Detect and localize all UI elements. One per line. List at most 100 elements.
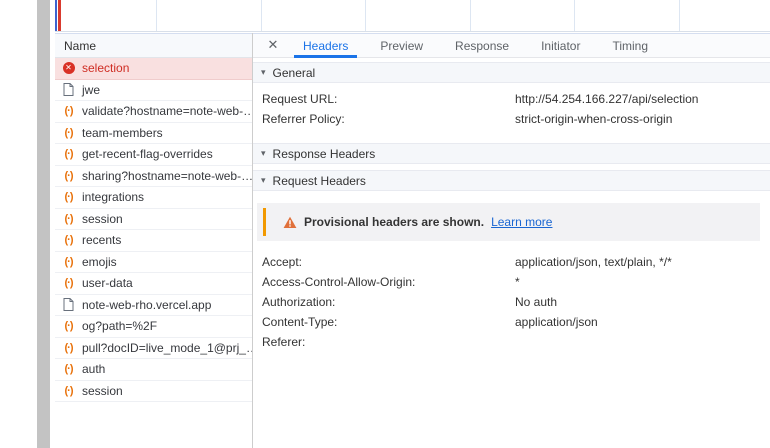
request-name-label: get-recent-flag-overrides [82, 147, 213, 162]
fetch-xhr-icon: (·) [62, 148, 75, 160]
collapse-triangle-icon: ▾ [261, 67, 266, 78]
tab-timing[interactable]: Timing [603, 34, 657, 57]
request-name-label: og?path=%2F [82, 319, 158, 334]
request-row[interactable]: (·) session [55, 209, 252, 230]
fetch-glyph: (·) [64, 126, 74, 139]
overview-gridline [261, 0, 262, 31]
fetch-glyph: (·) [64, 148, 74, 161]
fetch-xhr-icon: (·) [62, 191, 75, 203]
request-row[interactable]: (·) session [55, 381, 252, 402]
section-header-general[interactable]: ▾ General [253, 62, 770, 83]
request-row[interactable]: jwe [55, 80, 252, 101]
fetch-xhr-icon: (·) [62, 105, 75, 117]
request-row[interactable]: (·) team-members [55, 123, 252, 144]
header-value: application/json [515, 315, 598, 329]
overview-gridline [679, 0, 680, 31]
request-name-label: selection [82, 61, 130, 76]
section-header-request-headers[interactable]: ▾ Request Headers [253, 170, 770, 191]
fetch-glyph: (·) [64, 384, 74, 397]
header-key: Authorization: [262, 295, 336, 309]
fetch-xhr-icon: (·) [62, 320, 75, 332]
fetch-glyph: (·) [64, 169, 74, 182]
header-row[interactable]: Referrer Policy: strict-origin-when-cross… [253, 109, 770, 129]
warning-triangle-icon [283, 216, 297, 229]
fetch-glyph: (·) [64, 255, 74, 268]
learn-more-link[interactable]: Learn more [491, 215, 552, 229]
warning-text: Provisional headers are shown. [304, 215, 485, 229]
request-name-label: integrations [82, 190, 145, 205]
header-row[interactable]: Authorization: No auth [253, 292, 770, 312]
warning-accent-bar [263, 208, 266, 236]
request-name-label: session [82, 383, 123, 398]
load-event-marker [58, 0, 61, 31]
fetch-glyph: (·) [64, 234, 74, 247]
header-row[interactable]: Referer: [253, 332, 770, 352]
section-response-headers: ▾ Response Headers [253, 143, 770, 164]
headers-detail: ▾ General Request URL: http://54.254.166.22… [253, 58, 770, 448]
request-row[interactable]: (·) pull?docID=live_mode_1@prj_… [55, 338, 252, 359]
fetch-glyph: (·) [64, 191, 74, 204]
error-x-glyph: ✕ [62, 62, 75, 75]
request-name-label: recents [82, 233, 122, 248]
header-key: Referrer Policy: [262, 112, 345, 126]
request-row[interactable]: (·) integrations [55, 187, 252, 209]
section-header-response-headers[interactable]: ▾ Response Headers [253, 143, 770, 164]
tab-initiator[interactable]: Initiator [532, 34, 589, 57]
collapse-triangle-icon: ▾ [261, 175, 266, 186]
request-row[interactable]: (·) user-data [55, 273, 252, 295]
devtools-network-panel: Name ✕ selection jwe (·) validate?hostname=n… [55, 0, 770, 448]
tab-headers[interactable]: Headers [294, 34, 358, 58]
section-title: Request Headers [272, 173, 366, 188]
header-key: Content-Type: [262, 315, 338, 329]
header-key: Accept: [262, 255, 303, 269]
section-request-headers: ▾ Request Headers Provisional headers are … [253, 170, 770, 360]
fetch-xhr-icon: (·) [62, 363, 75, 375]
fetch-xhr-icon: (·) [62, 127, 75, 139]
request-row[interactable]: (·) validate?hostname=note-web-… [55, 101, 252, 123]
section-title: Response Headers [272, 146, 376, 161]
request-row[interactable]: (·) og?path=%2F [55, 316, 252, 338]
request-details-panel: ✕ Headers Preview Response Initiator Timing … [253, 33, 770, 448]
header-value: http://54.254.166.227/api/selection [515, 92, 699, 106]
request-name-label: session [82, 211, 123, 226]
header-key: Access-Control-Allow-Origin: [262, 275, 416, 289]
close-icon[interactable]: ✕ [259, 34, 287, 57]
header-key: Referer: [262, 335, 306, 349]
dom-content-loaded-marker [55, 0, 57, 31]
fetch-glyph: (·) [64, 341, 74, 354]
fetch-xhr-icon: (·) [62, 342, 75, 354]
request-row[interactable]: (·) get-recent-flag-overrides [55, 144, 252, 166]
details-tab-bar: ✕ Headers Preview Response Initiator Timing [253, 33, 770, 58]
fetch-xhr-icon: (·) [62, 385, 75, 397]
warning-content: Provisional headers are shown. Learn more [283, 215, 552, 229]
header-row[interactable]: Accept: application/json, text/plain, */* [253, 252, 770, 272]
fetch-glyph: (·) [64, 277, 74, 290]
document-icon [62, 298, 75, 312]
network-main-split: Name ✕ selection jwe (·) validate?hostname=n… [55, 33, 770, 448]
network-overview-strip[interactable] [55, 0, 770, 32]
column-header-name-label: Name [64, 38, 97, 53]
request-row[interactable]: note-web-rho.vercel.app [55, 295, 252, 316]
column-header-name[interactable]: Name [55, 33, 252, 58]
fetch-xhr-icon: (·) [62, 277, 75, 289]
document-icon [62, 83, 75, 97]
browser-page-scrollbar[interactable] [37, 0, 50, 448]
fetch-xhr-icon: (·) [62, 256, 75, 268]
header-row[interactable]: Content-Type: application/json [253, 312, 770, 332]
request-list: ✕ selection jwe (·) validate?hostname=note-w… [55, 58, 252, 448]
fetch-glyph: (·) [64, 105, 74, 118]
fetch-xhr-icon: (·) [62, 213, 75, 225]
request-row[interactable]: (·) emojis [55, 252, 252, 273]
request-name-label: sharing?hostname=note-web-… [82, 168, 252, 183]
request-name-label: user-data [82, 276, 133, 291]
request-row[interactable]: (·) auth [55, 359, 252, 381]
section-title: General [272, 65, 316, 80]
request-row[interactable]: ✕ selection [55, 58, 252, 80]
fetch-glyph: (·) [64, 320, 74, 333]
tab-preview[interactable]: Preview [371, 34, 432, 57]
request-row[interactable]: (·) recents [55, 230, 252, 252]
header-row[interactable]: Request URL: http://54.254.166.227/api/se… [253, 89, 770, 109]
header-row[interactable]: Access-Control-Allow-Origin: * [253, 272, 770, 292]
tab-response[interactable]: Response [446, 34, 518, 57]
request-row[interactable]: (·) sharing?hostname=note-web-… [55, 166, 252, 187]
